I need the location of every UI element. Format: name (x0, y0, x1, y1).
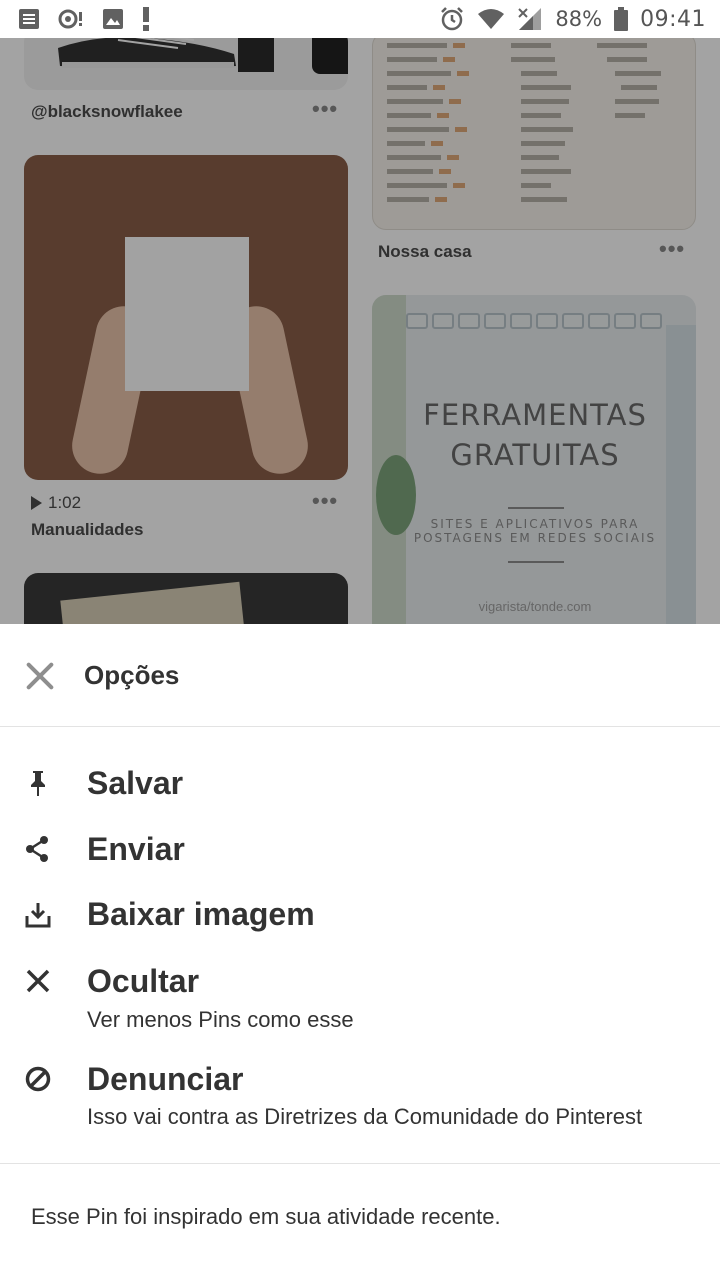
block-icon (25, 1066, 51, 1092)
options-sheet: Opções Salvar Enviar Baixar imagem Ocult… (0, 624, 720, 1280)
battery-percent: 88% (555, 7, 603, 31)
image-icon (103, 9, 123, 29)
modal-overlay[interactable] (0, 38, 720, 624)
option-report[interactable]: Denunciar Isso vai contra as Diretrizes … (0, 1049, 720, 1149)
sheet-header: Opções (0, 624, 720, 727)
option-label: Ocultar (87, 963, 200, 999)
sheet-title: Opções (84, 659, 180, 690)
share-icon (26, 836, 48, 862)
pin-reason-note: Esse Pin foi inspirado em sua atividade … (31, 1204, 501, 1229)
clock: 09:41 (640, 6, 706, 32)
option-share[interactable]: Enviar (0, 823, 720, 881)
screen: 88% 09:41 @blacksnowflakee ••• Nossa cas… (0, 0, 720, 1280)
wifi-icon (478, 9, 505, 29)
option-sublabel: Ver menos Pins como esse (87, 1007, 354, 1032)
sync-alert-icon (58, 9, 82, 29)
pin-icon (31, 771, 45, 796)
option-label: Salvar (87, 765, 184, 801)
options-menu: Salvar Enviar Baixar imagem Ocultar Ver … (0, 727, 720, 1164)
option-label: Denunciar (87, 1061, 244, 1097)
download-icon (25, 903, 51, 928)
battery-icon (614, 7, 629, 31)
option-sublabel: Isso vai contra as Diretrizes da Comunid… (87, 1104, 643, 1129)
alarm-icon (441, 7, 464, 31)
notes-icon (19, 9, 39, 29)
status-bar: 88% 09:41 (0, 0, 720, 38)
close-icon (26, 969, 50, 993)
alert-icon (143, 7, 149, 31)
option-save[interactable]: Salvar (0, 757, 720, 815)
option-hide[interactable]: Ocultar Ver menos Pins como esse (0, 951, 720, 1041)
option-label: Enviar (87, 831, 185, 867)
close-icon[interactable] (24, 660, 56, 692)
signal-icon (518, 8, 542, 30)
option-label: Baixar imagem (87, 896, 315, 932)
option-download-image[interactable]: Baixar imagem (0, 887, 720, 945)
